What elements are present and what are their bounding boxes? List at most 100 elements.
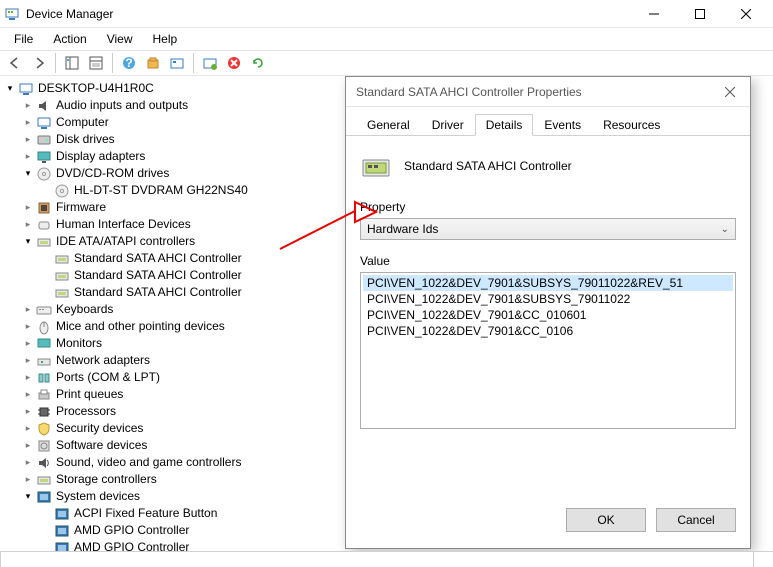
tree-item-label[interactable]: Processors — [56, 403, 116, 419]
tree-twisty[interactable] — [22, 219, 34, 231]
help-icon[interactable]: ? — [118, 52, 140, 74]
tree-item-label[interactable]: DESKTOP-U4H1R0C — [38, 80, 154, 96]
tree-item-label[interactable]: Print queues — [56, 386, 123, 402]
network-icon — [36, 353, 52, 369]
tab-driver[interactable]: Driver — [421, 114, 475, 136]
value-listbox[interactable]: PCI\VEN_1022&DEV_7901&SUBSYS_79011022&RE… — [360, 272, 736, 429]
tree-item-label[interactable]: ACPI Fixed Feature Button — [74, 505, 217, 521]
tree-twisty[interactable] — [22, 372, 34, 384]
tree-item-label[interactable]: Security devices — [56, 420, 143, 436]
refresh-icon[interactable] — [247, 52, 269, 74]
tab-events[interactable]: Events — [533, 114, 592, 136]
tree-twisty[interactable] — [4, 83, 16, 95]
tree-item-label[interactable]: System devices — [56, 488, 140, 504]
tab-resources[interactable]: Resources — [592, 114, 671, 136]
maximize-button[interactable] — [677, 0, 723, 28]
tree-item-label[interactable]: Firmware — [56, 199, 106, 215]
hardware-id-item[interactable]: PCI\VEN_1022&DEV_7901&CC_0106 — [363, 323, 733, 339]
tree-twisty[interactable] — [22, 423, 34, 435]
menu-action[interactable]: Action — [43, 30, 96, 48]
properties-icon[interactable] — [85, 52, 107, 74]
tree-item-label[interactable]: Disk drives — [56, 131, 115, 147]
menu-help[interactable]: Help — [143, 30, 188, 48]
hardware-id-item[interactable]: PCI\VEN_1022&DEV_7901&SUBSYS_79011022 — [363, 291, 733, 307]
system-icon — [54, 506, 70, 522]
hardware-id-item[interactable]: PCI\VEN_1022&DEV_7901&SUBSYS_79011022&RE… — [363, 275, 733, 291]
disk-icon — [36, 132, 52, 148]
hardware-id-item[interactable]: PCI\VEN_1022&DEV_7901&CC_010601 — [363, 307, 733, 323]
computer-icon — [18, 81, 34, 97]
tree-twisty[interactable] — [22, 134, 34, 146]
back-button[interactable] — [4, 52, 26, 74]
tab-general[interactable]: General — [356, 114, 421, 136]
property-combobox[interactable]: Hardware Ids ⌄ — [360, 218, 736, 240]
tree-twisty[interactable] — [22, 355, 34, 367]
tree-twisty[interactable] — [22, 457, 34, 469]
tree-item-label[interactable]: Standard SATA AHCI Controller — [74, 250, 242, 266]
tree-twisty[interactable] — [22, 100, 34, 112]
tree-item-label[interactable]: Audio inputs and outputs — [56, 97, 188, 113]
tree-twisty[interactable] — [22, 406, 34, 418]
toolbar: ? — [0, 50, 773, 76]
menu-bar: File Action View Help — [0, 28, 773, 50]
tree-twisty[interactable] — [22, 236, 34, 248]
tree-item-label[interactable]: Standard SATA AHCI Controller — [74, 284, 242, 300]
chevron-down-icon: ⌄ — [721, 224, 729, 235]
cancel-button[interactable]: Cancel — [656, 508, 736, 532]
scan-hardware-icon[interactable] — [199, 52, 221, 74]
tree-twisty[interactable] — [22, 474, 34, 486]
ok-button[interactable]: OK — [566, 508, 646, 532]
forward-button[interactable] — [28, 52, 50, 74]
tree-item-label[interactable]: AMD GPIO Controller — [74, 539, 189, 551]
tree-twisty[interactable] — [22, 491, 34, 503]
tree-twisty[interactable] — [22, 321, 34, 333]
close-button[interactable] — [723, 0, 769, 28]
tree-item-label[interactable]: Keyboards — [56, 301, 113, 317]
ide-icon — [54, 268, 70, 284]
tree-item-label[interactable]: Computer — [56, 114, 109, 130]
tree-item-label[interactable]: Display adapters — [56, 148, 145, 164]
tree-twisty[interactable] — [22, 338, 34, 350]
tree-item-label[interactable]: Human Interface Devices — [56, 216, 191, 232]
audio-icon — [36, 98, 52, 114]
menu-view[interactable]: View — [97, 30, 143, 48]
status-bar — [0, 551, 773, 567]
tree-twisty[interactable] — [22, 168, 34, 180]
tree-twisty[interactable] — [22, 151, 34, 163]
tree-item-label[interactable]: HL-DT-ST DVDRAM GH22NS40 — [74, 182, 248, 198]
tree-item-label[interactable]: Software devices — [56, 437, 147, 453]
action2-icon[interactable] — [166, 52, 188, 74]
system-icon — [54, 540, 70, 552]
property-label: Property — [360, 200, 736, 214]
tree-item-label[interactable]: DVD/CD-ROM drives — [56, 165, 169, 181]
tree-item-label[interactable]: Ports (COM & LPT) — [56, 369, 160, 385]
tree-twisty[interactable] — [22, 202, 34, 214]
tree-item-label[interactable]: IDE ATA/ATAPI controllers — [56, 233, 195, 249]
dialog-tabs: GeneralDriverDetailsEventsResources — [346, 107, 750, 136]
menu-file[interactable]: File — [4, 30, 43, 48]
property-combobox-value: Hardware Ids — [367, 222, 438, 236]
uninstall-icon[interactable] — [223, 52, 245, 74]
tree-item-label[interactable]: Storage controllers — [56, 471, 157, 487]
tree-item-label[interactable]: Sound, video and game controllers — [56, 454, 241, 470]
dialog-close-button[interactable] — [710, 77, 750, 107]
tree-twisty[interactable] — [22, 304, 34, 316]
tree-item-label[interactable]: Monitors — [56, 335, 102, 351]
device-tree[interactable]: DESKTOP-U4H1R0CAudio inputs and outputsC… — [0, 76, 365, 551]
properties-dialog: Standard SATA AHCI Controller Properties… — [345, 76, 751, 549]
tree-item-label[interactable]: AMD GPIO Controller — [74, 522, 189, 538]
tree-item-label[interactable]: Network adapters — [56, 352, 150, 368]
dialog-title: Standard SATA AHCI Controller Properties — [356, 85, 582, 99]
tree-item-label[interactable]: Standard SATA AHCI Controller — [74, 267, 242, 283]
tree-item-label[interactable]: Mice and other pointing devices — [56, 318, 225, 334]
hid-icon — [36, 217, 52, 233]
tree-twisty[interactable] — [22, 389, 34, 401]
tab-details[interactable]: Details — [475, 114, 534, 136]
show-hide-console-tree-icon[interactable] — [61, 52, 83, 74]
tree-twisty[interactable] — [22, 440, 34, 452]
firmware-icon — [36, 200, 52, 216]
storage-icon — [36, 472, 52, 488]
tree-twisty[interactable] — [22, 117, 34, 129]
minimize-button[interactable] — [631, 0, 677, 28]
action1-icon[interactable] — [142, 52, 164, 74]
